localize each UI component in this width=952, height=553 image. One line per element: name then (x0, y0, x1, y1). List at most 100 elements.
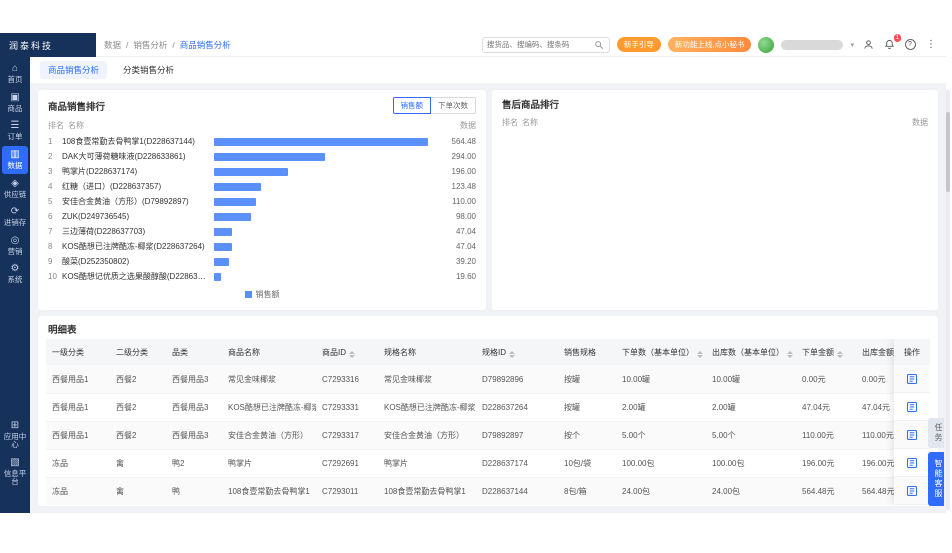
search-input[interactable] (487, 40, 594, 49)
tab-category-sales-analysis[interactable]: 分类销售分析 (115, 61, 182, 79)
table-cell: 10.00罐 (616, 365, 706, 393)
row-action-button[interactable] (894, 449, 930, 477)
table-cell: D228637174 (476, 449, 558, 477)
table-cell: 100.00包 (616, 449, 706, 477)
sidebar-item-label: 营销 (8, 248, 23, 257)
chart-bar-track (210, 168, 432, 176)
column-label: 商品名称 (228, 348, 260, 357)
chart-value: 19.60 (432, 272, 476, 281)
chart-bar (214, 183, 261, 191)
chart-legend: 销售额 (38, 289, 486, 300)
row-action-button[interactable] (894, 365, 930, 393)
sidebar-item-2[interactable]: ☰订单 (2, 117, 28, 145)
chart-value: 47.04 (432, 242, 476, 251)
topbar: 数据 / 销售分析 / 商品销售分析 新手引导 新功能上线,点小秘书 ▾ (96, 33, 946, 57)
floating-service-button[interactable]: 智能客服 (928, 452, 944, 506)
sidebar-item-1[interactable]: ▣商品 (2, 89, 28, 117)
sort-icon (509, 351, 515, 358)
chart-rank: 4 (48, 182, 62, 191)
sidebar-item-5[interactable]: ⟳进销存 (2, 203, 28, 231)
help-icon[interactable]: ? (903, 38, 917, 52)
column-header-2: 品类 (166, 339, 222, 365)
table-cell: 47.04元 (796, 393, 856, 421)
column-header-4[interactable]: 商品ID (316, 339, 378, 365)
column-header-10[interactable]: 下单金额 (796, 339, 856, 365)
invite-user-icon[interactable] (861, 38, 875, 52)
chart-rank: 5 (48, 197, 62, 206)
column-label: 出库金额 (862, 348, 894, 357)
sidebar-item-0[interactable]: ⌂首页 (2, 60, 28, 88)
panel-title: 商品销售排行 (48, 99, 105, 113)
sidebar-bottom-item-1[interactable]: ▧信息平台 (2, 454, 28, 490)
promo-button[interactable]: 新功能上线,点小秘书 (668, 37, 752, 52)
chart-bar-track (210, 183, 432, 191)
table-cell: 108食壹常勤去骨鸭掌1 (378, 477, 476, 505)
action-column-header: 操作 (894, 339, 930, 365)
floating-task-button[interactable]: 任务 (928, 418, 944, 448)
sidebar-bottom-item-0[interactable]: ⊞应用中心 (2, 417, 28, 453)
chart-row: 10KOS酷想记优质之选果酸醇酸(D228634296)19.60 (48, 269, 476, 284)
chart-rank: 6 (48, 212, 62, 221)
notification-bell-icon[interactable]: 1 (882, 38, 896, 52)
chart-bar-track (210, 243, 432, 251)
table-cell: 西餐用品3 (166, 421, 222, 449)
brand-logo[interactable]: 润泰科技 (0, 33, 96, 57)
table-cell: 西餐用品1 (46, 421, 110, 449)
chart-bar (214, 213, 251, 221)
toggle-order-count[interactable]: 下单次数 (431, 97, 476, 114)
chart-bar (214, 273, 221, 281)
sidebar-item-7[interactable]: ⚙系统 (2, 260, 28, 288)
column-label: 规格ID (482, 348, 506, 357)
table-cell: 西餐用品3 (166, 393, 222, 421)
row-action-button[interactable] (894, 393, 930, 421)
detail-table-scroll[interactable]: 一级分类二级分类品类商品名称商品ID规格名称规格ID销售规格下单数（基本单位）出… (46, 339, 930, 505)
more-menu-icon[interactable]: ⋮ (924, 38, 938, 52)
scrollbar-thumb[interactable] (946, 112, 950, 192)
breadcrumb-item[interactable]: 销售分析 (133, 39, 167, 51)
chart-row: 5安佳合金黄油（方形）(D79892897)110.00 (48, 194, 476, 209)
column-label: 下单数（基本单位） (622, 348, 694, 357)
column-header-9[interactable]: 出库数（基本单位） (706, 339, 796, 365)
table-cell: 鸭掌片 (378, 449, 476, 477)
vertical-scrollbar[interactable] (946, 90, 950, 510)
chart-rank: 2 (48, 152, 62, 161)
avatar[interactable] (758, 37, 774, 53)
sidebar-item-4[interactable]: ◈供应链 (2, 175, 28, 203)
breadcrumb-item[interactable]: 数据 (104, 39, 121, 51)
sidebar-bottom-items: ⊞应用中心▧信息平台 (0, 416, 30, 492)
pinned-action-column: 操作 (894, 339, 930, 505)
column-label: 规格名称 (384, 348, 416, 357)
table-cell: 鸭2 (166, 449, 222, 477)
table-cell: 冻品 (46, 477, 110, 505)
column-header-6[interactable]: 规格ID (476, 339, 558, 365)
chart-value: 98.00 (432, 212, 476, 221)
chart-item-name: 酸菜(D252350802) (62, 256, 210, 267)
toggle-sales-amount[interactable]: 销售额 (393, 97, 432, 114)
row-action-button[interactable] (894, 421, 930, 449)
table-cell: D79892896 (476, 365, 558, 393)
column-header-8[interactable]: 下单数（基本单位） (616, 339, 706, 365)
tab-product-sales-analysis[interactable]: 商品销售分析 (40, 61, 107, 79)
row-action-button[interactable] (894, 477, 930, 505)
sidebar-items: ⌂首页▣商品☰订单▥数据◈供应链⟳进销存◎营销⚙系统 (0, 59, 30, 289)
table-cell: 安佳合金黄油（方形） (222, 421, 316, 449)
chart-rank: 3 (48, 167, 62, 176)
analysis-tabs: 商品销售分析 分类销售分析 (30, 57, 946, 83)
table-cell: 196.00元 (796, 449, 856, 477)
sidebar-icon: ⊞ (11, 421, 19, 431)
search-icon[interactable] (594, 39, 605, 50)
sidebar-item-3[interactable]: ▥数据 (2, 146, 28, 174)
table-cell: 2.00罐 (616, 393, 706, 421)
column-label: 一级分类 (52, 348, 84, 357)
chart-item-name: 108食壹常勤去骨鸭掌1(D228637144) (62, 136, 210, 147)
column-header-7: 销售规格 (558, 339, 616, 365)
product-sales-ranking-panel: 商品销售排行 销售额 下单次数 排名 名称 数据 1108食壹常勤去骨鸭掌1(D… (38, 90, 486, 310)
table-cell: C7293316 (316, 365, 378, 393)
sidebar-item-label: 系统 (8, 276, 23, 285)
sort-icon (349, 351, 355, 358)
chevron-down-icon[interactable]: ▾ (850, 41, 854, 49)
guide-button[interactable]: 新手引导 (617, 37, 661, 52)
sidebar-item-6[interactable]: ◎营销 (2, 232, 28, 260)
legend-swatch (245, 291, 252, 298)
table-cell: 禽 (110, 449, 166, 477)
